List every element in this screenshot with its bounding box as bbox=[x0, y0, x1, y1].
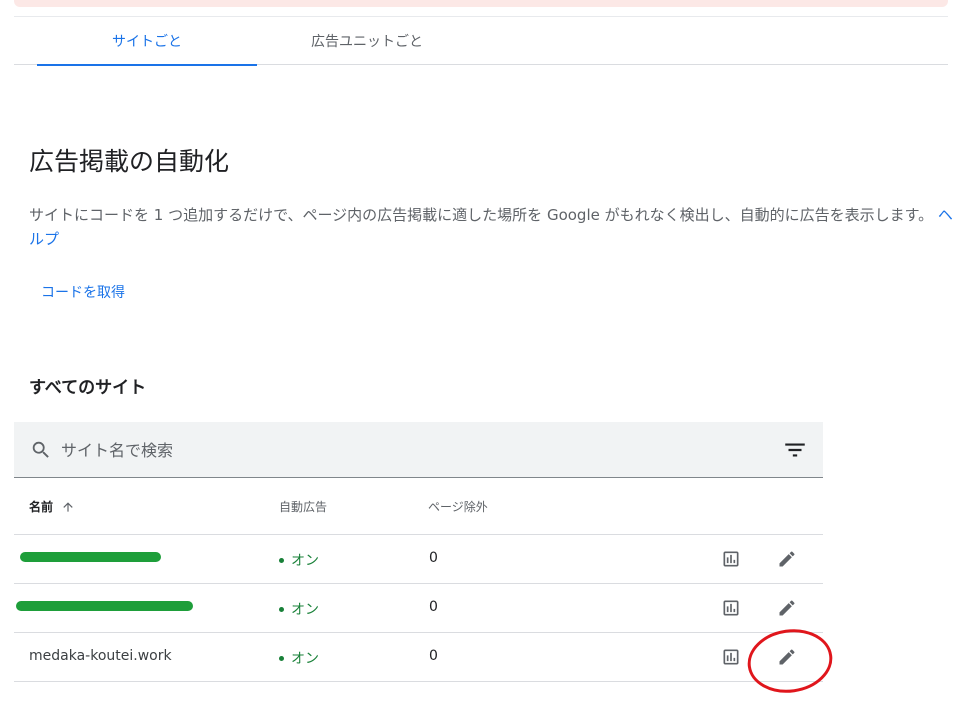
description-body: サイトにコードを 1 つ追加するだけで、ページ内の広告掲載に適した場所を Goo… bbox=[29, 206, 934, 224]
status-dot bbox=[279, 557, 284, 563]
search-bar bbox=[14, 422, 823, 478]
status-text: オン bbox=[291, 651, 319, 667]
redacted-site-name bbox=[20, 552, 161, 562]
alert-banner-edge bbox=[14, 0, 948, 7]
status-dot bbox=[279, 606, 284, 612]
bar-chart-icon[interactable] bbox=[721, 598, 741, 618]
bar-chart-icon[interactable] bbox=[721, 647, 741, 667]
tab-by-ad-unit[interactable]: 広告ユニットごと bbox=[257, 17, 477, 65]
pencil-icon[interactable] bbox=[777, 598, 797, 618]
status-badge: オン bbox=[279, 599, 319, 619]
arrow-upward-icon bbox=[63, 501, 73, 512]
status-badge: オン bbox=[279, 648, 319, 668]
search-input[interactable] bbox=[61, 436, 761, 464]
all-sites-heading: すべてのサイト bbox=[29, 378, 147, 398]
status-text: オン bbox=[291, 602, 319, 618]
table-row: オン 0 bbox=[14, 535, 823, 584]
search-icon bbox=[32, 441, 49, 458]
page-exclusions-count: 0 bbox=[429, 648, 438, 664]
table-row: medaka-koutei.work オン 0 bbox=[14, 633, 823, 682]
filter-icon[interactable] bbox=[782, 437, 808, 463]
pencil-icon[interactable] bbox=[777, 549, 797, 569]
column-header-name-label: 名前 bbox=[29, 500, 54, 514]
column-header-page-exclusions: ページ除外 bbox=[428, 500, 488, 514]
pencil-icon[interactable] bbox=[777, 647, 797, 667]
tab-bar: サイトごと 広告ユニットごと bbox=[14, 17, 948, 66]
tab-by-site[interactable]: サイトごと bbox=[37, 17, 257, 66]
get-code-button[interactable]: コードを取得 bbox=[29, 278, 137, 306]
status-text: オン bbox=[291, 553, 319, 569]
status-dot bbox=[279, 655, 284, 661]
table-header: 名前 自動広告 ページ除外 bbox=[14, 478, 823, 535]
redacted-site-name bbox=[16, 601, 193, 611]
page-exclusions-count: 0 bbox=[429, 550, 438, 566]
status-badge: オン bbox=[279, 550, 319, 570]
page-title: 広告掲載の自動化 bbox=[29, 147, 230, 176]
site-name[interactable]: medaka-koutei.work bbox=[29, 648, 172, 664]
bar-chart-icon[interactable] bbox=[721, 549, 741, 569]
page-exclusions-count: 0 bbox=[429, 599, 438, 615]
description-text: サイトにコードを 1 つ追加するだけで、ページ内の広告掲載に適した場所を Goo… bbox=[29, 203, 954, 251]
table-row: オン 0 bbox=[14, 584, 823, 633]
column-header-name[interactable]: 名前 bbox=[29, 498, 75, 515]
column-header-auto-ads: 自動広告 bbox=[279, 500, 328, 514]
sites-table: 名前 自動広告 ページ除外 オン 0 オン 0 medaka-koutei.wo… bbox=[14, 478, 823, 682]
